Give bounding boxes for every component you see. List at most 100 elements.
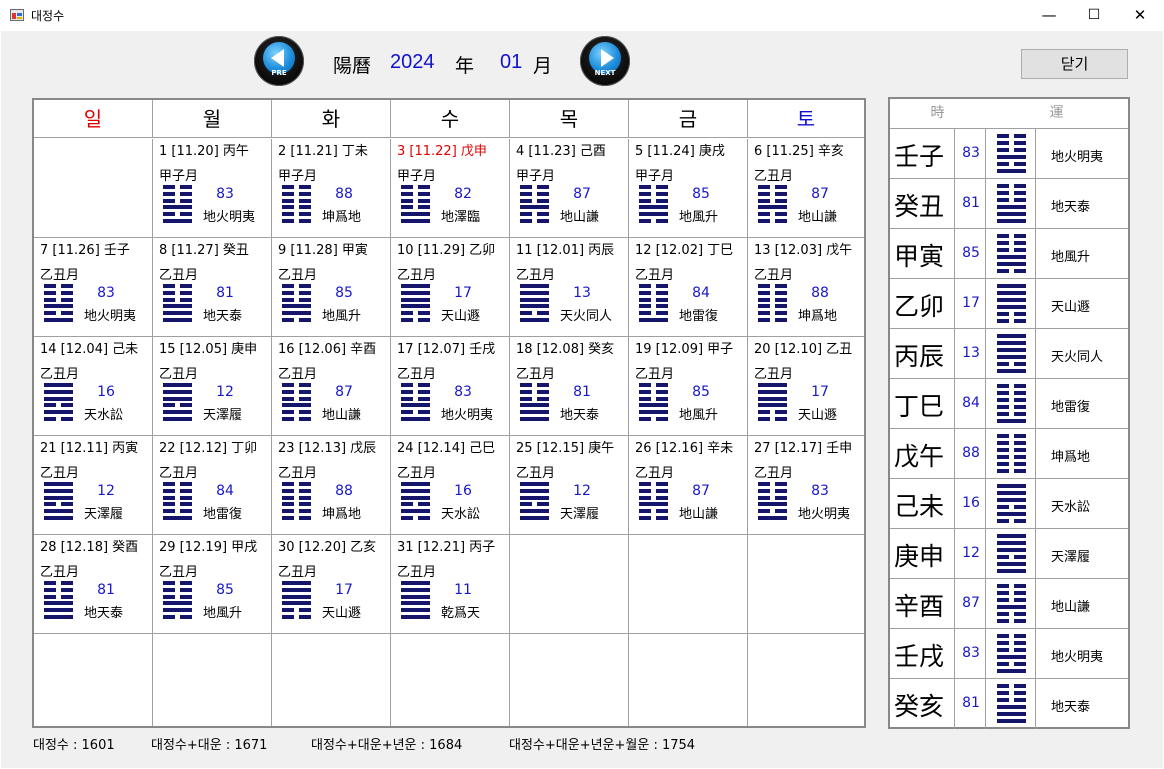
day-cell[interactable]: 23 [12.13] 戊辰 乙丑月 88 坤爲地 — [272, 436, 391, 535]
day-number: 81 — [573, 384, 591, 400]
hour-row[interactable]: 壬子 83 地火明夷 — [890, 129, 1128, 179]
day-cell[interactable]: 7 [11.26] 壬子 乙丑月 83 地火明夷 — [34, 238, 153, 337]
day-cell[interactable]: 13 [12.03] 戊午 乙丑月 88 坤爲地 — [748, 238, 864, 337]
day-cell[interactable]: 8 [11.27] 癸丑 乙丑月 81 地天泰 — [153, 238, 272, 337]
day-hexagram-name: 坤爲地 — [322, 210, 362, 225]
day-month-pillar: 乙丑月 — [40, 565, 80, 580]
day-cell[interactable]: 17 [12.07] 壬戌 乙丑月 83 地火明夷 — [391, 337, 510, 436]
prev-month-button[interactable]: PRE — [254, 36, 304, 86]
day-cell[interactable]: 27 [12.17] 壬申 乙丑月 83 地火明夷 — [748, 436, 864, 535]
day-cell[interactable] — [34, 634, 153, 726]
hour-row[interactable]: 丁巳 84 地雷復 — [890, 379, 1128, 429]
hexagram-icon — [997, 584, 1026, 623]
day-cell[interactable]: 6 [11.25] 辛亥 乙丑月 87 地山謙 — [748, 139, 864, 238]
day-cell[interactable] — [510, 535, 629, 634]
day-cell[interactable]: 28 [12.18] 癸酉 乙丑月 81 地天泰 — [34, 535, 153, 634]
hour-number: 84 — [962, 395, 980, 411]
day-cell[interactable]: 10 [11.29] 乙卯 乙丑月 17 天山遯 — [391, 238, 510, 337]
hexagram-icon — [520, 284, 549, 322]
next-month-button[interactable]: NEXT — [580, 36, 630, 86]
day-cell[interactable] — [272, 634, 391, 726]
hexagram-icon — [44, 383, 73, 421]
hour-fortune-panel: 時 運 壬子 83 地火明夷 癸丑 81 地天泰 甲寅 85 地風升 乙卯 17 天山遯 丙辰 13 天火同… — [888, 97, 1130, 729]
day-header: 1 [11.20] 丙午 — [159, 144, 249, 159]
weekday-header: 화 — [272, 100, 391, 138]
hour-number: 81 — [962, 195, 980, 211]
day-month-pillar: 乙丑月 — [397, 268, 437, 283]
day-cell[interactable] — [748, 535, 864, 634]
day-cell[interactable]: 12 [12.02] 丁巳 乙丑月 84 地雷復 — [629, 238, 748, 337]
hour-number: 81 — [962, 695, 980, 711]
minimize-button[interactable]: — — [1026, 0, 1072, 31]
hour-row[interactable]: 癸丑 81 地天泰 — [890, 179, 1128, 229]
day-hexagram-name: 天水訟 — [84, 408, 124, 423]
hour-row[interactable]: 己未 16 天水訟 — [890, 479, 1128, 529]
weekday-header: 토 — [748, 100, 864, 138]
day-header: 12 [12.02] 丁巳 — [635, 243, 734, 258]
hour-hexagram-name: 地天泰 — [1051, 700, 1091, 715]
hexagram-icon — [997, 384, 1026, 423]
day-cell[interactable]: 11 [12.01] 丙辰 乙丑月 13 天火同人 — [510, 238, 629, 337]
day-cell[interactable]: 9 [11.28] 甲寅 乙丑月 85 地風升 — [272, 238, 391, 337]
hour-row[interactable]: 甲寅 85 地風升 — [890, 229, 1128, 279]
day-cell[interactable] — [629, 634, 748, 726]
hexagram-icon — [997, 434, 1026, 473]
day-month-pillar: 乙丑月 — [159, 565, 199, 580]
hexagram-icon — [282, 185, 311, 223]
day-header: 28 [12.18] 癸酉 — [40, 540, 139, 555]
day-hexagram-name: 天山遯 — [441, 309, 481, 324]
day-header: 15 [12.05] 庚申 — [159, 342, 258, 357]
close-button[interactable]: 닫기 — [1021, 49, 1128, 79]
hour-pillar: 癸丑 — [894, 192, 945, 221]
hexagram-icon — [163, 383, 192, 421]
day-cell[interactable] — [629, 535, 748, 634]
day-cell[interactable]: 2 [11.21] 丁未 甲子月 88 坤爲地 — [272, 139, 391, 238]
day-cell[interactable]: 29 [12.19] 甲戌 乙丑月 85 地風升 — [153, 535, 272, 634]
maximize-button[interactable]: ☐ — [1071, 0, 1117, 31]
day-cell[interactable]: 5 [11.24] 庚戌 甲子月 85 地風升 — [629, 139, 748, 238]
hour-row[interactable]: 辛酉 87 地山謙 — [890, 579, 1128, 629]
month-label: 月 — [533, 55, 553, 77]
day-cell[interactable] — [391, 634, 510, 726]
day-header: 2 [11.21] 丁未 — [278, 144, 368, 159]
day-cell[interactable]: 14 [12.04] 己未 乙丑月 16 天水訟 — [34, 337, 153, 436]
hour-row[interactable]: 壬戌 83 地火明夷 — [890, 629, 1128, 679]
day-cell[interactable] — [153, 634, 272, 726]
day-number: 82 — [454, 186, 472, 202]
day-cell[interactable]: 22 [12.12] 丁卯 乙丑月 84 地雷復 — [153, 436, 272, 535]
day-month-pillar: 乙丑月 — [754, 466, 794, 481]
hexagram-icon — [639, 383, 668, 421]
day-cell[interactable]: 16 [12.06] 辛酉 乙丑月 87 地山謙 — [272, 337, 391, 436]
day-cell[interactable]: 15 [12.05] 庚申 乙丑月 12 天澤履 — [153, 337, 272, 436]
day-cell[interactable]: 18 [12.08] 癸亥 乙丑月 81 地天泰 — [510, 337, 629, 436]
day-cell[interactable]: 19 [12.09] 甲子 乙丑月 85 地風升 — [629, 337, 748, 436]
day-cell[interactable]: 21 [12.11] 丙寅 乙丑月 12 天澤履 — [34, 436, 153, 535]
hour-row[interactable]: 戊午 88 坤爲地 — [890, 429, 1128, 479]
day-cell[interactable] — [748, 634, 864, 726]
day-cell[interactable]: 20 [12.10] 乙丑 乙丑月 17 天山遯 — [748, 337, 864, 436]
day-cell[interactable]: 25 [12.15] 庚午 乙丑月 12 天澤履 — [510, 436, 629, 535]
hour-row[interactable]: 癸亥 81 地天泰 — [890, 679, 1128, 729]
hour-row[interactable]: 丙辰 13 天火同人 — [890, 329, 1128, 379]
day-cell[interactable]: 4 [11.23] 己酉 甲子月 87 地山謙 — [510, 139, 629, 238]
day-cell[interactable]: 30 [12.20] 乙亥 乙丑月 17 天山遯 — [272, 535, 391, 634]
status-daejeongsu: 대정수 : 1601 — [33, 738, 115, 753]
day-cell[interactable]: 24 [12.14] 己巳 乙丑月 16 天水訟 — [391, 436, 510, 535]
day-cell[interactable]: 26 [12.16] 辛未 乙丑月 87 地山謙 — [629, 436, 748, 535]
day-cell[interactable] — [34, 139, 153, 238]
close-window-button[interactable]: ✕ — [1117, 0, 1163, 31]
day-cell[interactable]: 3 [11.22] 戊申 甲子月 82 地澤臨 — [391, 139, 510, 238]
day-month-pillar: 甲子月 — [159, 169, 199, 184]
day-header: 7 [11.26] 壬子 — [40, 243, 130, 258]
day-cell[interactable]: 31 [12.21] 丙子 乙丑月 11 乾爲天 — [391, 535, 510, 634]
day-cell[interactable]: 1 [11.20] 丙午 甲子月 83 地火明夷 — [153, 139, 272, 238]
hour-pillar: 壬子 — [894, 142, 945, 171]
day-header: 27 [12.17] 壬申 — [754, 441, 853, 456]
day-cell[interactable] — [510, 634, 629, 726]
hexagram-icon — [997, 684, 1026, 723]
hour-row[interactable]: 乙卯 17 天山遯 — [890, 279, 1128, 329]
day-hexagram-name: 地山謙 — [679, 507, 719, 522]
day-header: 5 [11.24] 庚戌 — [635, 144, 725, 159]
hour-row[interactable]: 庚申 12 天澤履 — [890, 529, 1128, 579]
day-number: 17 — [811, 384, 829, 400]
